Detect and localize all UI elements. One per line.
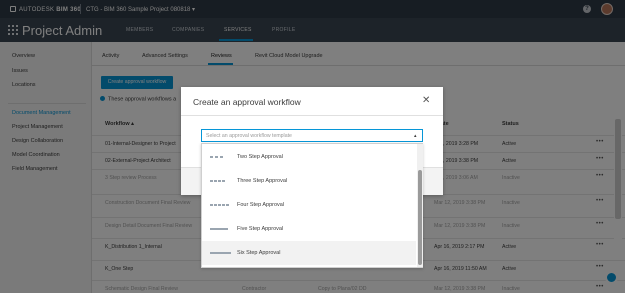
option-label: Four Step Approval — [237, 202, 285, 208]
close-icon[interactable]: ✕ — [422, 95, 430, 106]
option-label: Three Step Approval — [237, 178, 288, 184]
workflow-template-select[interactable]: Select an approval workflow template ▴ — [201, 129, 423, 142]
option-six-step-approval[interactable]: Six Step Approval — [202, 241, 416, 265]
workflow-steps-icon — [210, 155, 230, 159]
dialog-divider — [181, 115, 443, 116]
workflow-template-dropdown: Two Step Approval Three Step Approval Fo… — [201, 143, 423, 268]
dialog-title: Create an approval workflow — [193, 97, 301, 107]
workflow-steps-icon — [210, 179, 230, 183]
option-four-step-approval[interactable]: Four Step Approval — [202, 193, 416, 217]
workflow-steps-icon — [210, 227, 230, 231]
select-placeholder: Select an approval workflow template — [206, 133, 292, 139]
option-label: Two Step Approval — [237, 154, 283, 160]
option-three-step-approval[interactable]: Three Step Approval — [202, 169, 416, 193]
option-five-step-approval[interactable]: Five Step Approval — [202, 217, 416, 241]
dropdown-scrollbar[interactable] — [417, 144, 423, 267]
dropdown-scrollbar-thumb[interactable] — [418, 170, 422, 265]
workflow-steps-icon — [210, 203, 230, 207]
workflow-steps-icon — [210, 251, 231, 255]
chevron-up-icon[interactable]: ▴ — [414, 133, 417, 139]
option-two-step-approval[interactable]: Two Step Approval — [202, 145, 416, 169]
option-label: Five Step Approval — [237, 226, 284, 232]
option-label: Six Step Approval — [237, 250, 281, 256]
